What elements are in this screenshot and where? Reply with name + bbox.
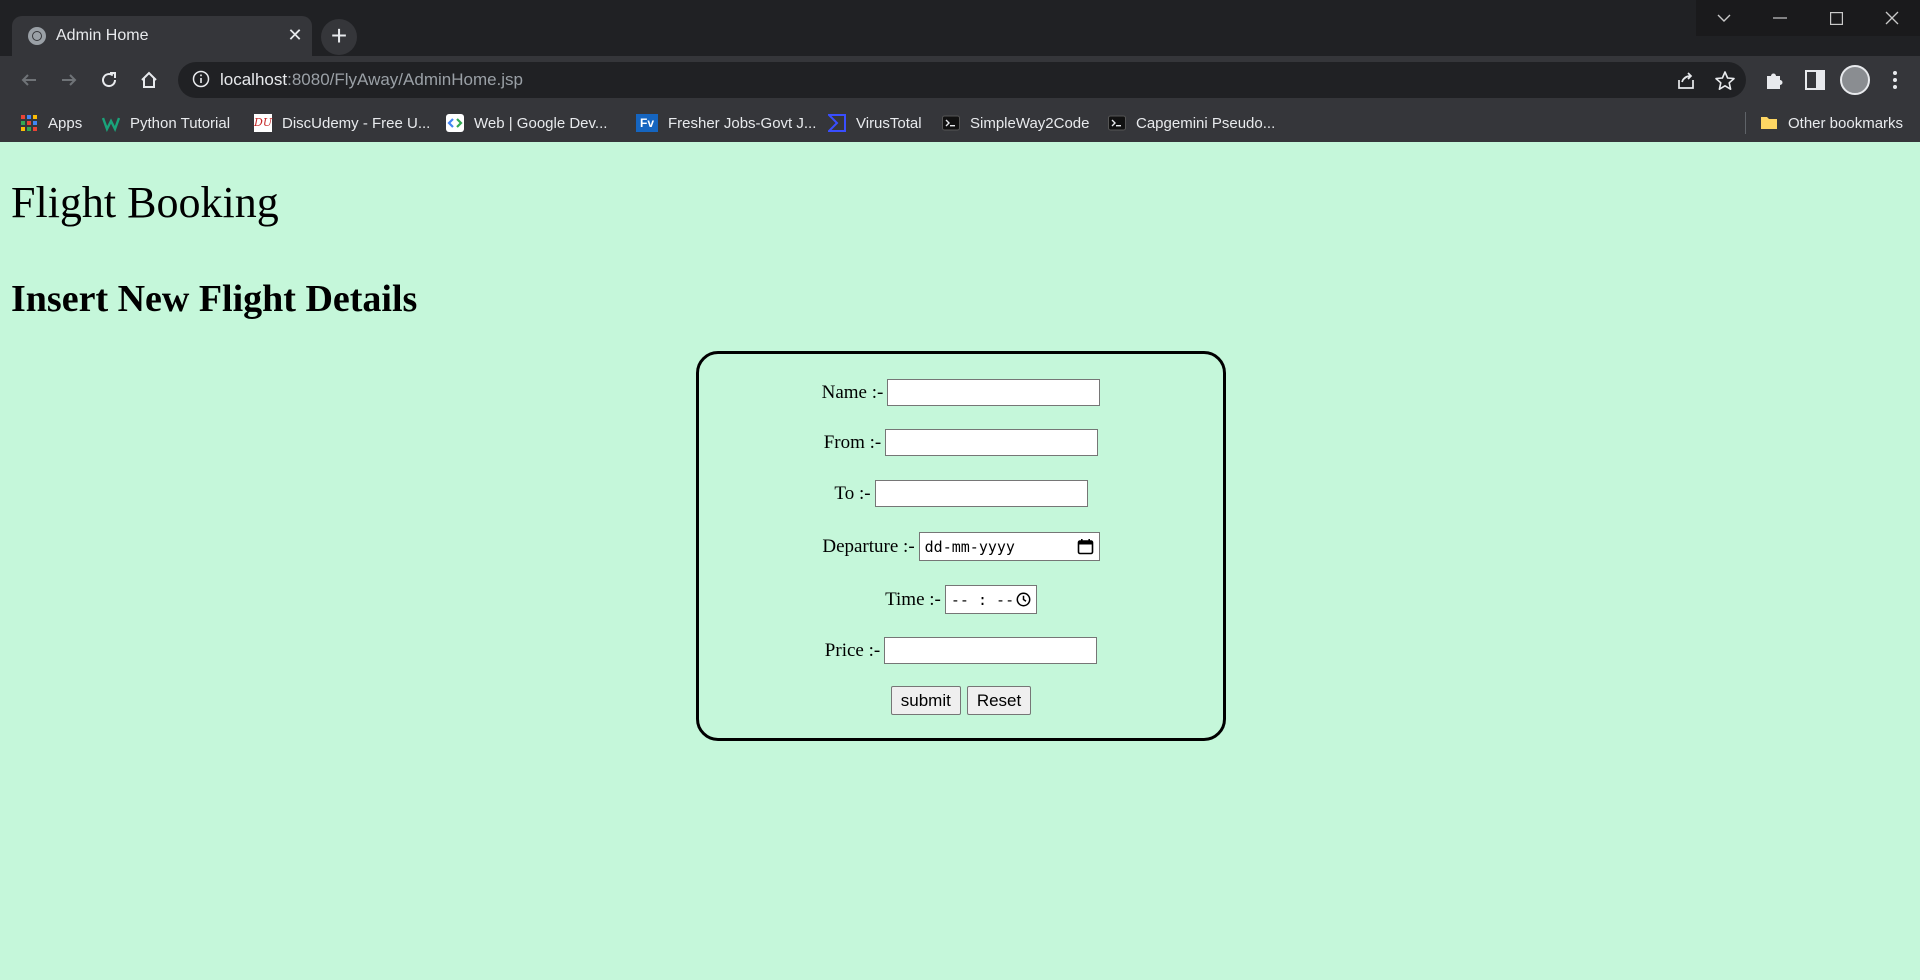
- window-controls: [1696, 0, 1920, 36]
- folder-icon: [1761, 117, 1777, 129]
- tab-close-icon[interactable]: ✕: [284, 24, 306, 46]
- maximize-icon[interactable]: [1808, 0, 1864, 36]
- globe-icon: [28, 27, 46, 45]
- price-row: Price :-: [699, 637, 1223, 664]
- to-row: To :-: [699, 480, 1223, 507]
- discudemy-favicon: DU: [254, 114, 272, 132]
- reset-button[interactable]: Reset: [966, 686, 1032, 715]
- browser-toolbar: localhost:8080/FlyAway/AdminHome.jsp: [0, 56, 1920, 104]
- back-arrow-icon[interactable]: [13, 64, 45, 96]
- page-title: Flight Booking: [11, 178, 279, 227]
- from-label: From :-: [823, 431, 882, 453]
- departure-row: Departure :- dd-mm-yyyy: [699, 532, 1223, 561]
- tab-title: Admin Home: [56, 27, 149, 44]
- section-heading: Insert New Flight Details: [11, 278, 418, 320]
- departure-date-input[interactable]: dd-mm-yyyy: [918, 532, 1100, 561]
- bookmarks-bar: Apps Python Tutorial DU DiscUdemy - Free…: [0, 104, 1920, 143]
- bookmark-google-developers[interactable]: Web | Google Dev...: [446, 104, 607, 142]
- bookmark-other-bookmarks[interactable]: Other bookmarks: [1760, 104, 1903, 142]
- bookmark-capgemini[interactable]: Capgemini Pseudo...: [1108, 104, 1275, 142]
- time-row: Time :- -- : --: [699, 585, 1223, 614]
- from-input[interactable]: [885, 429, 1099, 456]
- name-row: Name :-: [699, 379, 1223, 406]
- profile-avatar[interactable]: [1840, 65, 1870, 95]
- name-label: Name :-: [821, 381, 884, 403]
- site-info-icon[interactable]: [192, 70, 210, 88]
- page-content: Flight Booking Insert New Flight Details…: [0, 142, 1920, 980]
- departure-label: Departure :-: [822, 535, 915, 557]
- apps-grid-icon: [21, 115, 37, 131]
- browser-tab[interactable]: Admin Home ✕: [12, 16, 312, 56]
- price-label: Price :-: [824, 639, 881, 661]
- bookmark-virustotal[interactable]: VirusTotal: [828, 104, 922, 142]
- to-label: To :-: [834, 482, 871, 504]
- new-tab-button[interactable]: +: [321, 19, 357, 55]
- to-input[interactable]: [874, 480, 1088, 507]
- bookmark-fresher-jobs[interactable]: Fv Fresher Jobs-Govt J...: [636, 104, 816, 142]
- terminal-favicon: [1108, 115, 1126, 131]
- forward-arrow-icon[interactable]: [53, 64, 85, 96]
- terminal-favicon: [942, 115, 960, 131]
- reload-icon[interactable]: [93, 64, 125, 96]
- name-input[interactable]: [887, 379, 1101, 406]
- from-row: From :-: [699, 429, 1223, 456]
- form-buttons-row: submit Reset: [699, 686, 1223, 715]
- virustotal-favicon: [828, 114, 846, 132]
- home-icon[interactable]: [133, 64, 165, 96]
- minimize-icon[interactable]: [1752, 0, 1808, 36]
- price-input[interactable]: [884, 637, 1098, 664]
- date-placeholder: dd-mm-yyyy: [924, 537, 1015, 556]
- calendar-icon[interactable]: [1077, 538, 1094, 555]
- bookmark-simpleway2code[interactable]: SimpleWay2Code: [942, 104, 1090, 142]
- python-tutorial-favicon: [102, 117, 120, 132]
- bookmark-star-icon[interactable]: [1714, 70, 1736, 92]
- clock-icon[interactable]: [1016, 592, 1031, 607]
- close-window-icon[interactable]: [1864, 0, 1920, 36]
- time-input[interactable]: -- : --: [944, 585, 1037, 614]
- google-developers-favicon: [446, 114, 464, 132]
- time-placeholder: -- : --: [950, 590, 1015, 609]
- tab-search-icon[interactable]: [1696, 0, 1752, 36]
- address-bar[interactable]: localhost:8080/FlyAway/AdminHome.jsp: [178, 62, 1746, 98]
- fresher-jobs-favicon: Fv: [636, 114, 658, 132]
- bookmarks-divider: [1745, 112, 1746, 134]
- more-menu-icon[interactable]: [1882, 67, 1908, 93]
- url-text[interactable]: localhost:8080/FlyAway/AdminHome.jsp: [220, 70, 523, 90]
- bookmark-apps[interactable]: Apps: [20, 104, 82, 142]
- share-icon[interactable]: [1675, 70, 1697, 92]
- bookmark-discudemy[interactable]: DU DiscUdemy - Free U...: [254, 104, 430, 142]
- bookmark-python-tutorial[interactable]: Python Tutorial: [102, 104, 230, 142]
- time-label: Time :-: [885, 588, 941, 610]
- side-panel-icon[interactable]: [1802, 67, 1828, 93]
- extensions-puzzle-icon[interactable]: [1762, 67, 1788, 93]
- submit-button[interactable]: submit: [890, 686, 961, 715]
- browser-titlebar: Admin Home ✕ +: [0, 0, 1920, 56]
- flight-details-form: Name :- From :- To :- Departure :- dd-mm…: [696, 351, 1226, 741]
